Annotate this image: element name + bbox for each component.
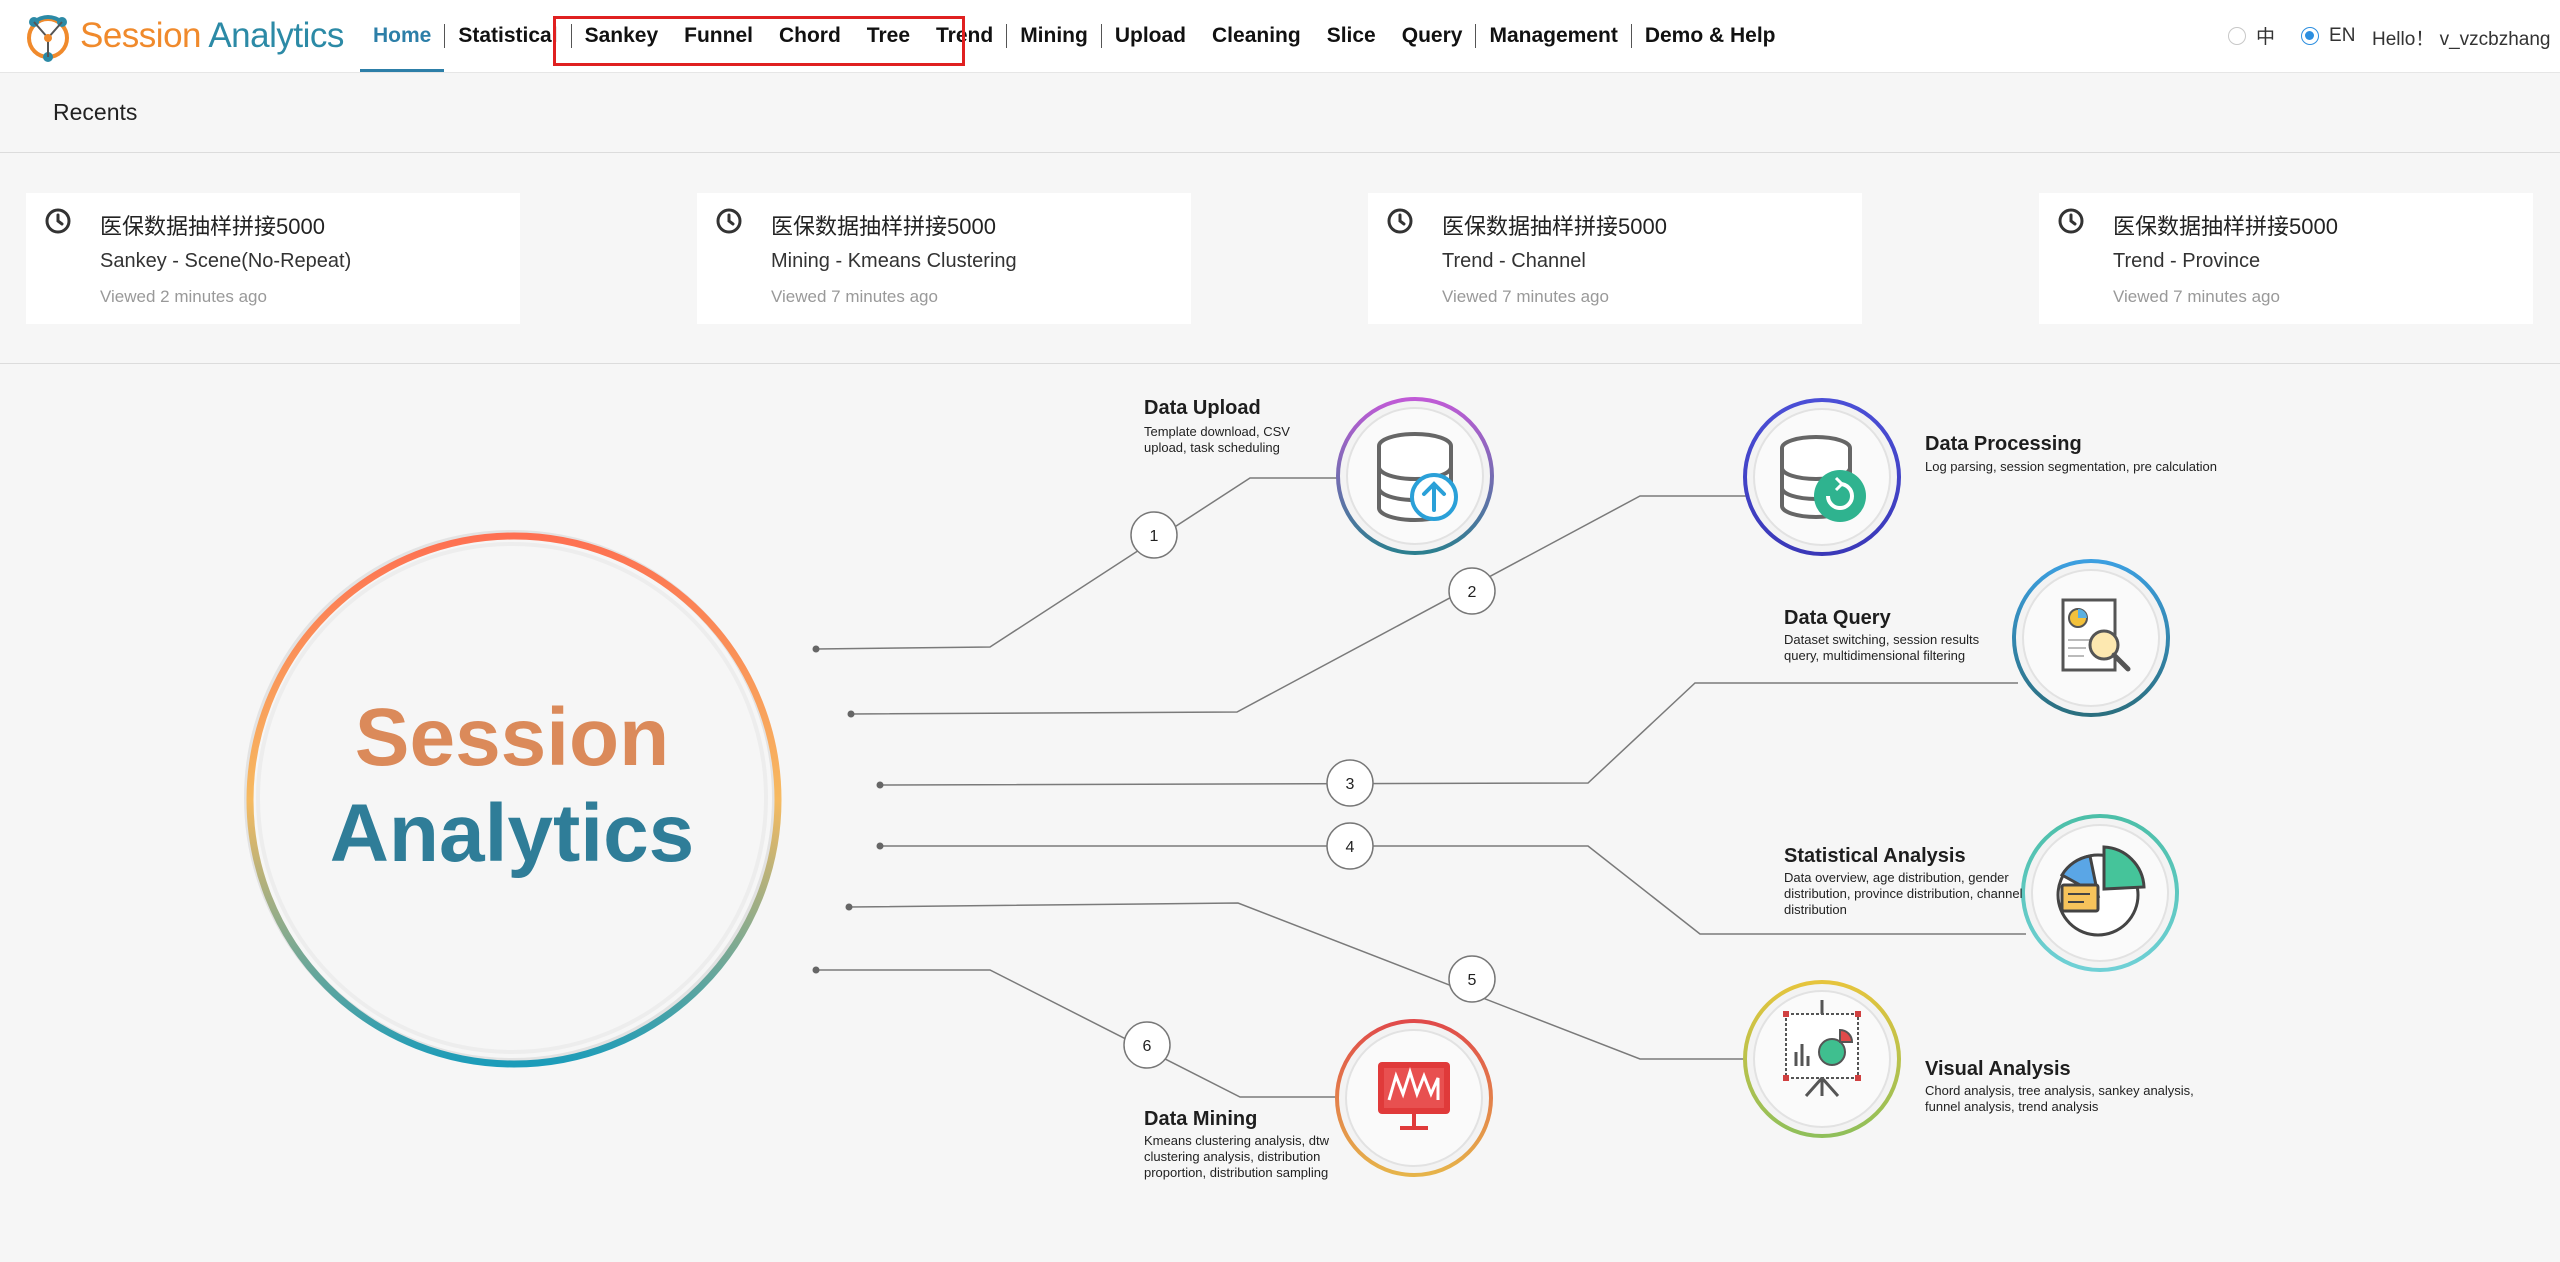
feature-title-data-upload: Data Upload [1144, 397, 1261, 419]
pie-chart-icon [2021, 814, 2179, 972]
feature-title-data-processing: Data Processing [1925, 433, 2082, 455]
divider [0, 152, 2560, 153]
brand-word-2: Analytics [201, 16, 344, 55]
database-upload-icon [1336, 397, 1494, 555]
top-navigation-bar: Session Analytics Home Statistical Sanke… [0, 0, 2560, 73]
connector-dots [812, 645, 884, 974]
step-number: 1 [1150, 528, 1159, 545]
nav-trend[interactable]: Trend [923, 0, 1006, 72]
nav-tree[interactable]: Tree [854, 0, 923, 72]
recent-subtitle: Mining - Kmeans Clustering [771, 250, 1017, 272]
step-number: 6 [1143, 1038, 1152, 1055]
clock-icon [45, 208, 71, 234]
recent-time: Viewed 7 minutes ago [2113, 287, 2280, 306]
step-badge-6: 6 [1123, 1021, 1171, 1069]
nav-upload[interactable]: Upload [1102, 0, 1199, 72]
recent-subtitle: Trend - Channel [1442, 250, 1586, 272]
nav-demo-help[interactable]: Demo & Help [1632, 0, 1789, 72]
recent-title: 医保数据抽样拼接5000 [100, 214, 325, 239]
recent-time: Viewed 2 minutes ago [100, 287, 267, 306]
nav-query[interactable]: Query [1389, 0, 1476, 72]
step-number: 3 [1346, 776, 1355, 793]
feature-desc-data-processing: Log parsing, session segmentation, pre c… [1925, 459, 2217, 474]
recent-subtitle: Sankey - Scene(No-Repeat) [100, 250, 352, 272]
radio-en[interactable] [2301, 26, 2320, 45]
step-badge-1: 1 [1130, 511, 1178, 559]
feature-desc-data-mining: Kmeans clustering analysis, dtw clusteri… [1144, 1133, 1329, 1180]
brand[interactable]: Session Analytics [24, 8, 344, 64]
step-number: 2 [1468, 584, 1477, 601]
recents-heading: Recents [53, 99, 138, 125]
nav-home[interactable]: Home [360, 0, 445, 72]
step-badge-5: 5 [1448, 955, 1496, 1003]
user-greeting[interactable]: Hello！ v_vzcbzhang [2372, 24, 2550, 51]
recent-card[interactable]: 医保数据抽样拼接5000 Trend - Province Viewed 7 m… [2039, 193, 2533, 324]
step-badge-3: 3 [1326, 759, 1374, 807]
recent-title: 医保数据抽样拼接5000 [2113, 214, 2338, 239]
language-label-en: EN [2329, 24, 2356, 46]
report-search-icon [2012, 559, 2170, 717]
nav-management[interactable]: Management [1476, 0, 1630, 72]
brand-word-1: Session [80, 16, 202, 55]
clock-icon [1387, 208, 1413, 234]
presentation-chart-icon [1743, 980, 1901, 1138]
language-option-zh[interactable]: 中 [2228, 22, 2275, 49]
recent-card[interactable]: 医保数据抽样拼接5000 Trend - Channel Viewed 7 mi… [1368, 193, 1862, 324]
logo-icon [27, 15, 69, 62]
nav-statistical[interactable]: Statistical [445, 0, 570, 72]
feature-desc-data-upload: Template download, CSV upload, task sche… [1144, 424, 1290, 455]
recent-time: Viewed 7 minutes ago [1442, 287, 1609, 306]
feature-title-data-query: Data Query [1784, 607, 1891, 629]
feature-title-visual-analysis: Visual Analysis [1925, 1058, 2071, 1080]
nav-chord[interactable]: Chord [766, 0, 854, 72]
feature-diagram: 1 2 3 4 5 6 Session Analytics Data Uploa… [0, 365, 2560, 1262]
nav-sankey[interactable]: Sankey [572, 0, 672, 72]
nav-cleaning[interactable]: Cleaning [1199, 0, 1314, 72]
recent-card[interactable]: 医保数据抽样拼接5000 Mining - Kmeans Clustering … [697, 193, 1191, 324]
monitor-chart-icon [1335, 1019, 1493, 1177]
step-badge-4: 4 [1326, 822, 1374, 870]
clock-icon [716, 208, 742, 234]
language-label-zh: 中 [2256, 27, 2276, 48]
recent-title: 医保数据抽样拼接5000 [771, 214, 996, 239]
radio-zh[interactable] [2228, 26, 2246, 45]
divider [0, 363, 2560, 364]
nav-mining[interactable]: Mining [1007, 0, 1101, 72]
hub-title-line-2: Analytics [329, 788, 695, 879]
step-badge-2: 2 [1448, 567, 1496, 615]
feature-desc-data-query: Dataset switching, session results query… [1784, 632, 1980, 663]
feature-title-statistical-analysis: Statistical Analysis [1784, 845, 1966, 867]
language-switch: 中 EN [2228, 22, 2381, 49]
clock-icon [2058, 208, 2084, 234]
language-option-en[interactable]: EN [2301, 25, 2355, 47]
feature-title-data-mining: Data Mining [1144, 1108, 1258, 1130]
step-number: 5 [1468, 972, 1477, 989]
recent-time: Viewed 7 minutes ago [771, 287, 938, 306]
feature-desc-visual-analysis: Chord analysis, tree analysis, sankey an… [1925, 1083, 2194, 1114]
step-number: 4 [1346, 839, 1355, 856]
feature-desc-statistical-analysis: Data overview, age distribution, gender … [1784, 870, 2023, 917]
recent-title: 医保数据抽样拼接5000 [1442, 214, 1667, 239]
hub-title-line-1: Session [354, 692, 670, 783]
recent-card[interactable]: 医保数据抽样拼接5000 Sankey - Scene(No-Repeat) V… [26, 193, 520, 324]
recent-subtitle: Trend - Province [2113, 250, 2261, 272]
database-sync-icon [1743, 398, 1901, 556]
nav-funnel[interactable]: Funnel [671, 0, 766, 72]
main-nav: Home Statistical Sankey Funnel Chord Tre… [360, 0, 1789, 72]
nav-slice[interactable]: Slice [1314, 0, 1389, 72]
brand-name: Session Analytics [80, 16, 344, 56]
